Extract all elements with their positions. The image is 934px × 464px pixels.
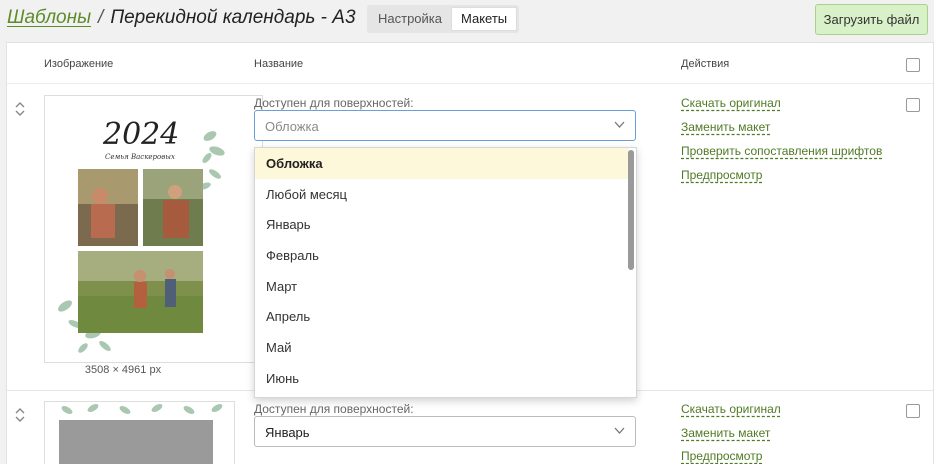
dropdown-option-january[interactable]: Январь xyxy=(255,209,629,240)
dropdown-option-may[interactable]: Май xyxy=(255,332,629,363)
column-header-actions: Действия xyxy=(681,58,730,70)
replace-layout-link[interactable]: Заменить макет xyxy=(681,426,770,440)
drag-sort-icon[interactable] xyxy=(15,102,25,116)
breadcrumb: Шаблоны / Перекидной календарь - А3 xyxy=(7,7,356,29)
page-title: Перекидной календарь - А3 xyxy=(110,7,356,28)
surface-select-value: Январь xyxy=(265,425,310,440)
header-divider xyxy=(7,83,933,84)
chevron-down-icon xyxy=(614,121,625,128)
dropdown-option-any-month[interactable]: Любой месяц xyxy=(255,179,629,210)
check-font-mapping-link[interactable]: Проверить сопоставления шрифтов xyxy=(681,144,882,158)
select-all-checkbox[interactable] xyxy=(906,58,920,72)
tab-layouts[interactable]: Макеты xyxy=(451,7,518,31)
calendar-cover-image: 2024 Семья Васкеровых xyxy=(58,117,225,353)
calendar-page-image xyxy=(59,404,223,464)
preview-link[interactable]: Предпросмотр xyxy=(681,449,762,463)
dropdown-option-april[interactable]: Апрель xyxy=(255,302,629,333)
surface-label: Доступен для поверхностей: xyxy=(254,96,414,110)
drag-sort-icon[interactable] xyxy=(15,408,25,422)
download-original-link[interactable]: Скачать оригинал xyxy=(681,402,781,416)
layout-thumbnail[interactable]: 2024 Семья Васкеровых xyxy=(44,95,263,363)
dropdown-scrollbar[interactable] xyxy=(628,150,634,270)
dropdown-option-june[interactable]: Июнь xyxy=(255,363,629,394)
image-dimensions: 3508 × 4961 px xyxy=(84,364,162,376)
tab-settings[interactable]: Настройка xyxy=(369,7,451,31)
surface-label: Доступен для поверхностей: xyxy=(254,402,414,416)
breadcrumb-root-link[interactable]: Шаблоны xyxy=(7,7,91,28)
column-header-name: Название xyxy=(254,58,304,70)
layouts-table: Изображение Название Действия 2024 Семья… xyxy=(6,42,934,464)
replace-layout-link[interactable]: Заменить макет xyxy=(681,120,770,134)
thumbnail-family-text: Семья Васкеровых xyxy=(105,153,175,161)
surface-dropdown-menu[interactable]: Обложка Любой месяц Январь Февраль Март … xyxy=(254,147,637,398)
dropdown-option-march[interactable]: Март xyxy=(255,271,629,302)
preview-link[interactable]: Предпросмотр xyxy=(681,168,762,182)
column-header-image: Изображение xyxy=(44,58,114,70)
dropdown-option-cover[interactable]: Обложка xyxy=(255,148,629,179)
page-header: Шаблоны / Перекидной календарь - А3 Настро… xyxy=(0,0,934,40)
dropdown-option-february[interactable]: Февраль xyxy=(255,240,629,271)
layout-thumbnail[interactable] xyxy=(44,401,235,464)
row-checkbox[interactable] xyxy=(906,98,920,112)
chevron-down-icon xyxy=(614,427,625,434)
upload-file-button[interactable]: Загрузить файл xyxy=(815,4,928,35)
row-checkbox[interactable] xyxy=(906,404,920,418)
download-original-link[interactable]: Скачать оригинал xyxy=(681,96,781,110)
surface-select[interactable]: Обложка xyxy=(254,110,636,141)
breadcrumb-separator: / xyxy=(98,7,104,28)
tab-bar: Настройка Макеты xyxy=(367,5,520,33)
surface-select-placeholder: Обложка xyxy=(265,119,319,134)
thumbnail-year-text: 2024 xyxy=(102,117,179,152)
surface-select[interactable]: Январь xyxy=(254,416,636,447)
